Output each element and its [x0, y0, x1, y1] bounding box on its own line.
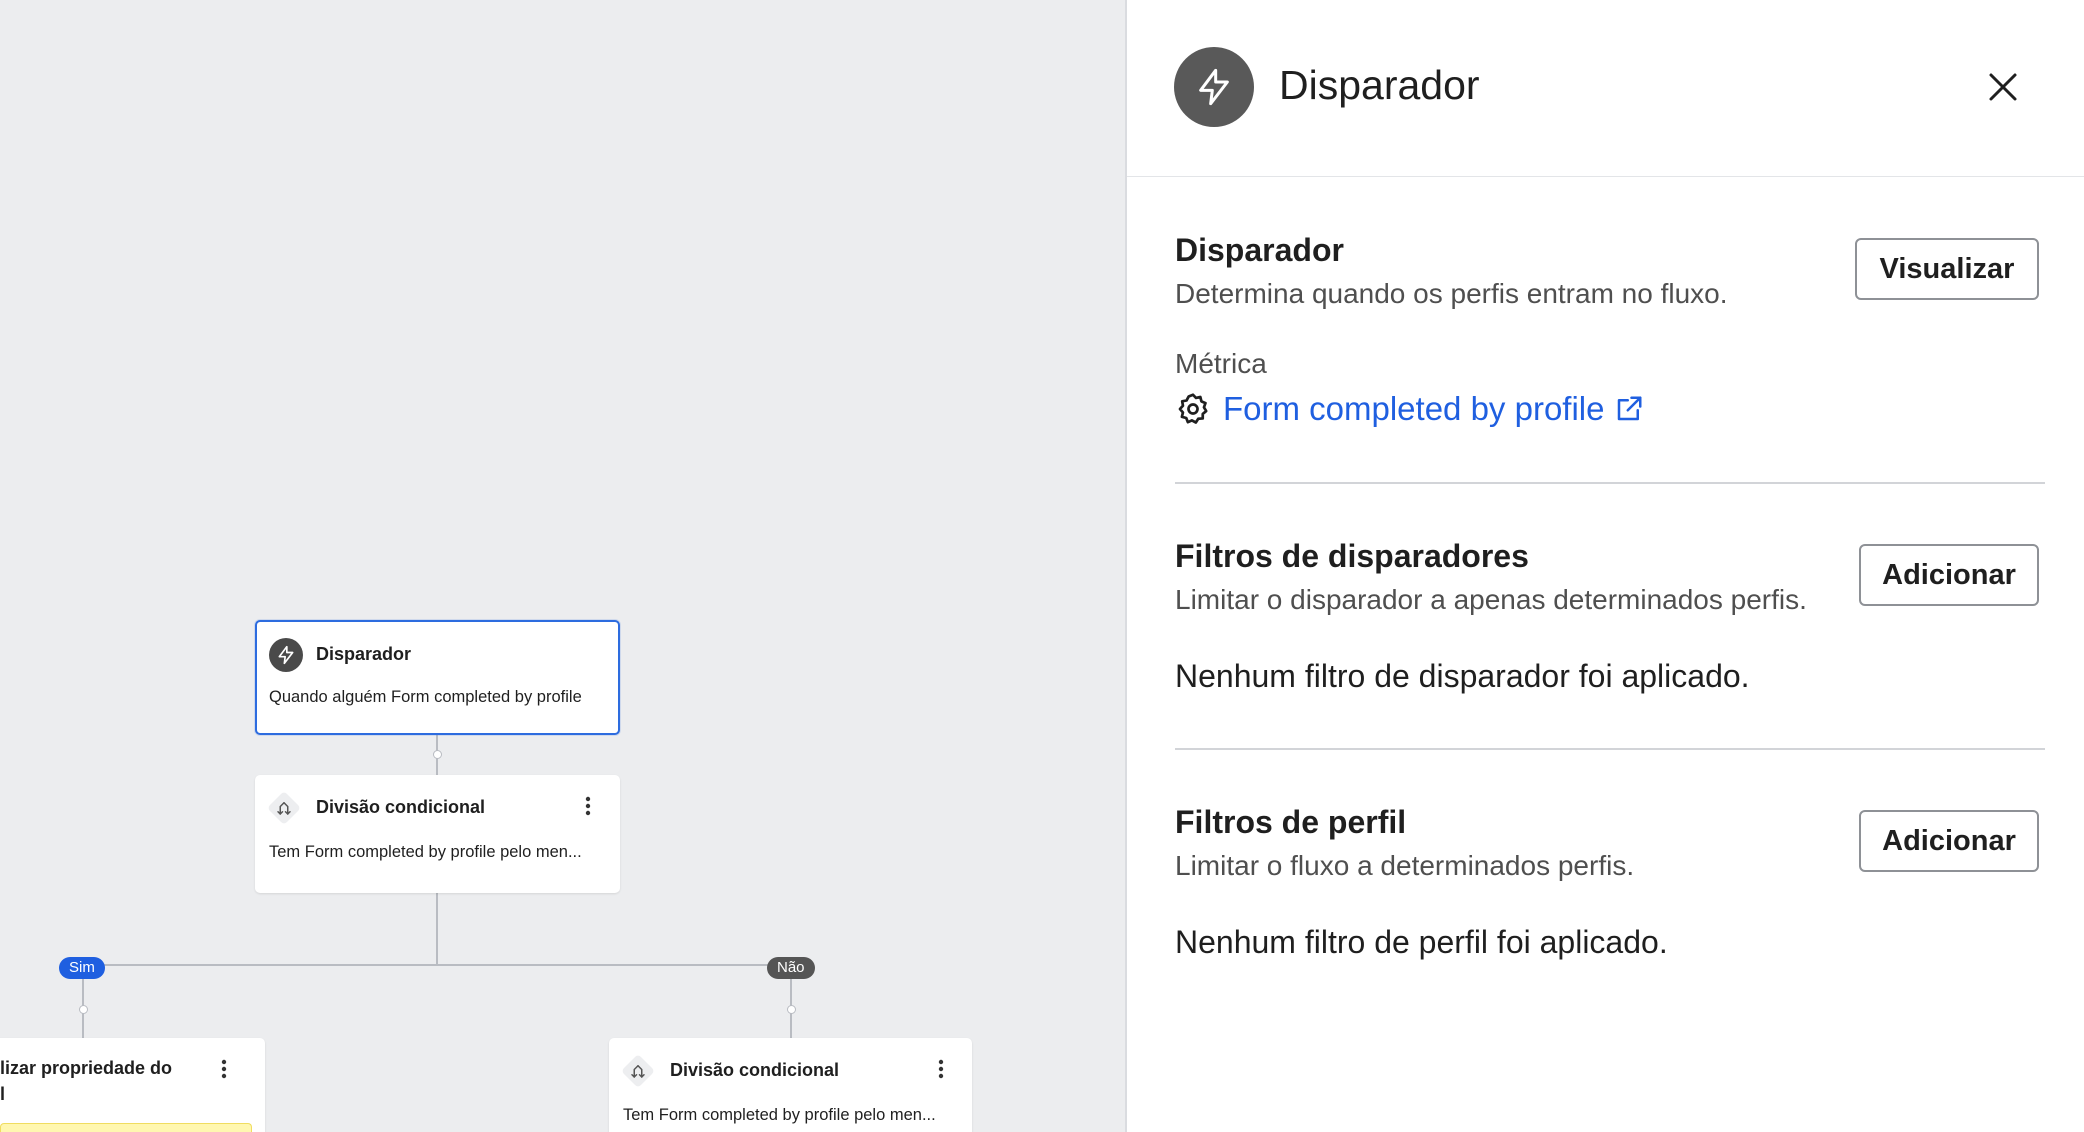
metric-link-text[interactable]: Form completed by profile [1223, 390, 1604, 428]
panel-header: Disparador [1127, 0, 2084, 177]
gear-icon [1175, 391, 1211, 427]
node-title: lizar propriedade do [0, 1058, 173, 1078]
node-description: Quando alguém Form completed by profile [269, 688, 582, 706]
connector-dot [787, 1005, 796, 1014]
profile-filters-description: Limitar o fluxo a determinados perfis. [1175, 850, 1635, 881]
connector-dot [433, 750, 442, 759]
trigger-filters-title: Filtros de disparadores [1175, 538, 1529, 574]
node-title-line2: l [0, 1084, 6, 1104]
close-icon[interactable] [1978, 62, 2028, 112]
node-description: Tem Form completed by profile pelo men..… [269, 843, 582, 861]
trigger-details-panel: Disparador Disparador Determina quando o… [1125, 0, 2084, 1132]
add-profile-filter-button[interactable]: Adicionar [1859, 810, 2039, 872]
connector-line [436, 893, 438, 965]
trigger-filters-empty: Nenhum filtro de disparador foi aplicado… [1175, 658, 1750, 694]
branch-yes-badge: Sim [59, 957, 105, 979]
view-button[interactable]: Visualizar [1855, 238, 2039, 300]
branch-line [82, 964, 792, 966]
lightning-icon [1174, 47, 1254, 127]
split-icon [267, 791, 301, 825]
trigger-node[interactable]: Disparador Quando alguém Form completed … [255, 620, 620, 735]
update-property-node[interactable]: lizar propriedade do l [0, 1038, 265, 1132]
more-options-icon[interactable] [578, 793, 598, 819]
profile-filters-empty: Nenhum filtro de perfil foi aplicado. [1175, 924, 1668, 960]
lightning-icon [269, 638, 303, 672]
metric-label: Métrica [1175, 348, 1267, 379]
trigger-filters-description: Limitar o disparador a apenas determinad… [1175, 584, 1807, 615]
metric-link[interactable]: Form completed by profile [1175, 390, 1644, 428]
node-title: Divisão condicional [670, 1060, 840, 1080]
more-options-icon[interactable] [214, 1056, 234, 1082]
node-description: Tem Form completed by profile pelo men..… [623, 1106, 936, 1124]
trigger-section-description: Determina quando os perfis entram no flu… [1175, 278, 1728, 309]
node-title: Disparador [316, 644, 412, 664]
profile-filters-title: Filtros de perfil [1175, 804, 1407, 840]
add-trigger-filter-button[interactable]: Adicionar [1859, 544, 2039, 606]
warning-strip [0, 1123, 252, 1132]
connector-dot [79, 1005, 88, 1014]
split-icon [621, 1054, 655, 1088]
flow-canvas[interactable]: Sim Não Disparador Quando alguém Form co… [0, 0, 1125, 1132]
branch-no-badge: Não [767, 957, 815, 979]
trigger-section-title: Disparador [1175, 232, 1344, 268]
conditional-split-node[interactable]: Divisão condicional Tem Form completed b… [609, 1038, 972, 1132]
panel-title: Disparador [1279, 62, 1480, 108]
section-divider [1175, 748, 2045, 750]
more-options-icon[interactable] [931, 1056, 951, 1082]
conditional-split-node[interactable]: Divisão condicional Tem Form completed b… [255, 775, 620, 893]
external-link-icon[interactable] [1614, 394, 1644, 424]
section-divider [1175, 482, 2045, 484]
node-title: Divisão condicional [316, 797, 486, 817]
